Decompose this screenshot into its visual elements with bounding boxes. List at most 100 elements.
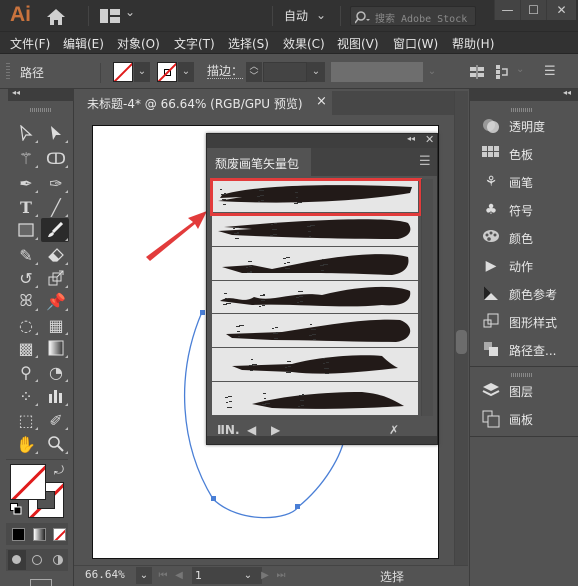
panel-menu-icon[interactable]: ☰ xyxy=(419,154,431,169)
fill-color-box[interactable] xyxy=(10,464,46,500)
slice-tool-icon[interactable]: ✐ xyxy=(43,409,69,431)
first-artboard-button[interactable]: ⏮ xyxy=(156,567,170,584)
arrange-documents-icon[interactable] xyxy=(100,9,120,23)
direct-selection-tool-icon[interactable] xyxy=(43,122,69,144)
panel-item-artboards[interactable]: 画板 xyxy=(470,406,578,432)
puppet-warp-tool-icon[interactable]: 📌 xyxy=(43,290,69,312)
panel-item-brushes[interactable]: ⚘ 画笔 xyxy=(470,169,578,195)
blend-tool-icon[interactable]: ◔ xyxy=(43,361,69,383)
panel-item-color-guide[interactable]: 颜色参考 xyxy=(470,281,578,307)
maximize-button[interactable]: ☐ xyxy=(520,0,546,20)
status-text[interactable]: 选择 xyxy=(380,568,404,585)
rectangle-tool-icon[interactable] xyxy=(13,219,39,241)
last-artboard-button[interactable]: ⏭ xyxy=(274,567,288,584)
fill-swatch[interactable] xyxy=(113,62,133,82)
chevron-down-icon[interactable]: ⌄ xyxy=(516,64,524,75)
panel-item-transparency[interactable]: 透明度 xyxy=(470,113,578,139)
collapse-icon[interactable]: ◂◂ xyxy=(407,134,415,143)
symbol-sprayer-tool-icon[interactable]: ⁘ xyxy=(13,385,39,407)
menu-select[interactable]: 选择(S) xyxy=(228,35,269,52)
zoom-level-field[interactable]: 66.64% xyxy=(85,568,125,581)
hand-tool-icon[interactable]: ✋ xyxy=(13,433,39,455)
none-mode-icon[interactable] xyxy=(53,528,66,541)
stroke-weight-dropdown[interactable]: ⌄ xyxy=(307,62,325,82)
collapse-icon[interactable]: ◂◂ xyxy=(12,88,20,97)
panel-item-actions[interactable]: ▶ 动作 xyxy=(470,253,578,279)
artboard-dropdown[interactable]: ⌄ xyxy=(240,567,256,584)
variable-width-profile[interactable] xyxy=(331,62,423,82)
lasso-tool-icon[interactable]: ↀ xyxy=(43,147,69,169)
fill-dropdown[interactable]: ⌄ xyxy=(134,62,150,82)
type-tool-icon[interactable]: T xyxy=(13,196,39,218)
magic-wand-tool-icon[interactable]: ⚚ xyxy=(13,147,39,169)
scale-tool-icon[interactable] xyxy=(43,267,69,289)
curvature-tool-icon[interactable]: ✑ xyxy=(43,172,69,194)
menu-effect[interactable]: 效果(C) xyxy=(283,35,325,52)
brush-item[interactable] xyxy=(212,212,418,247)
profile-dropdown[interactable]: ⌄ xyxy=(423,62,441,82)
gradient-tool-icon[interactable] xyxy=(43,337,69,359)
vertical-scrollbar[interactable] xyxy=(454,91,468,565)
prev-artboard-button[interactable]: ◀ xyxy=(172,567,186,584)
dock-header[interactable]: ◂◂ xyxy=(470,88,578,101)
menu-window[interactable]: 窗口(W) xyxy=(393,35,438,52)
chevron-down-icon[interactable]: ⌄ xyxy=(125,5,135,19)
panel-item-graphic-styles[interactable]: 图形样式 xyxy=(470,309,578,335)
panel-item-swatches[interactable]: 色板 xyxy=(470,141,578,167)
artboard-tool-icon[interactable]: ⬚ xyxy=(13,409,39,431)
gradient-mode-icon[interactable] xyxy=(33,528,46,541)
perspective-grid-tool-icon[interactable]: ▦ xyxy=(43,314,69,336)
brush-item[interactable] xyxy=(212,246,418,281)
dock-grip[interactable] xyxy=(511,373,533,377)
panel-item-pathfinder[interactable]: 路径查... xyxy=(470,337,578,363)
color-mode-icon[interactable] xyxy=(12,528,25,541)
toolbar-header[interactable]: ◂◂ xyxy=(8,88,74,101)
document-tab-title[interactable]: 未标题-4* @ 66.64% (RGB/GPU 预览) xyxy=(87,95,303,112)
brush-item[interactable] xyxy=(212,382,418,416)
mesh-tool-icon[interactable]: ▩ xyxy=(13,337,39,359)
brush-library-tab[interactable]: 颓废画笔矢量包 xyxy=(207,148,311,176)
document-tab[interactable]: 未标题-4* @ 66.64% (RGB/GPU 预览) × xyxy=(80,91,332,115)
panel-resize-grip[interactable] xyxy=(207,436,437,444)
panel-menu-icon[interactable]: ☰ xyxy=(544,64,556,79)
stock-search-input[interactable]: 搜索 Adobe Stock xyxy=(350,6,476,26)
draw-behind-icon[interactable] xyxy=(32,555,42,565)
brush-item[interactable] xyxy=(212,348,418,383)
screen-mode-icon[interactable] xyxy=(30,579,52,586)
menu-view[interactable]: 视图(V) xyxy=(337,35,379,52)
transform-icon[interactable] xyxy=(496,65,510,82)
home-icon[interactable] xyxy=(46,8,66,26)
collapse-icon[interactable]: ◂◂ xyxy=(563,88,571,97)
minimize-button[interactable]: — xyxy=(494,0,520,20)
menu-object[interactable]: 对象(O) xyxy=(117,35,160,52)
paintbrush-tool-icon[interactable] xyxy=(41,218,69,242)
panel-item-symbols[interactable]: ♣ 符号 xyxy=(470,197,578,223)
pencil-tool-icon[interactable]: ✎ xyxy=(13,244,39,266)
pen-tool-icon[interactable]: ✒ xyxy=(13,172,39,194)
selection-tool-icon[interactable] xyxy=(13,122,39,144)
menu-type[interactable]: 文字(T) xyxy=(174,35,215,52)
stroke-weight-label[interactable]: 描边： xyxy=(207,64,244,79)
brush-list-scrollbar[interactable] xyxy=(421,179,433,416)
next-artboard-button[interactable]: ▶ xyxy=(258,567,272,584)
zoom-tool-icon[interactable] xyxy=(43,433,69,455)
panel-grip[interactable] xyxy=(6,63,10,81)
line-tool-icon[interactable]: ╱ xyxy=(43,196,69,218)
panel-item-color[interactable]: 颜色 xyxy=(470,225,578,251)
swap-fill-stroke-icon[interactable]: ⤾ xyxy=(54,463,64,478)
close-panel-icon[interactable]: ✕ xyxy=(425,133,434,146)
brush-item[interactable] xyxy=(212,280,418,315)
toolbar-grip[interactable] xyxy=(30,108,52,112)
panel-item-layers[interactable]: 图层 xyxy=(470,378,578,404)
shape-builder-tool-icon[interactable]: ◌ xyxy=(13,314,39,336)
zoom-dropdown[interactable]: ⌄ xyxy=(136,567,152,584)
menu-file[interactable]: 文件(F) xyxy=(10,35,50,52)
menu-help[interactable]: 帮助(H) xyxy=(452,35,494,52)
dock-grip[interactable] xyxy=(511,108,533,112)
eyedropper-tool-icon[interactable]: ⚲ xyxy=(13,361,39,383)
close-button[interactable]: ✕ xyxy=(546,0,576,20)
stroke-weight-stepper[interactable]: ︿ ﹀ xyxy=(246,62,262,82)
previous-library-icon[interactable]: ◀ xyxy=(247,423,256,437)
eraser-tool-icon[interactable] xyxy=(43,244,69,266)
remove-brush-stroke-icon[interactable]: ✗ xyxy=(389,423,399,437)
